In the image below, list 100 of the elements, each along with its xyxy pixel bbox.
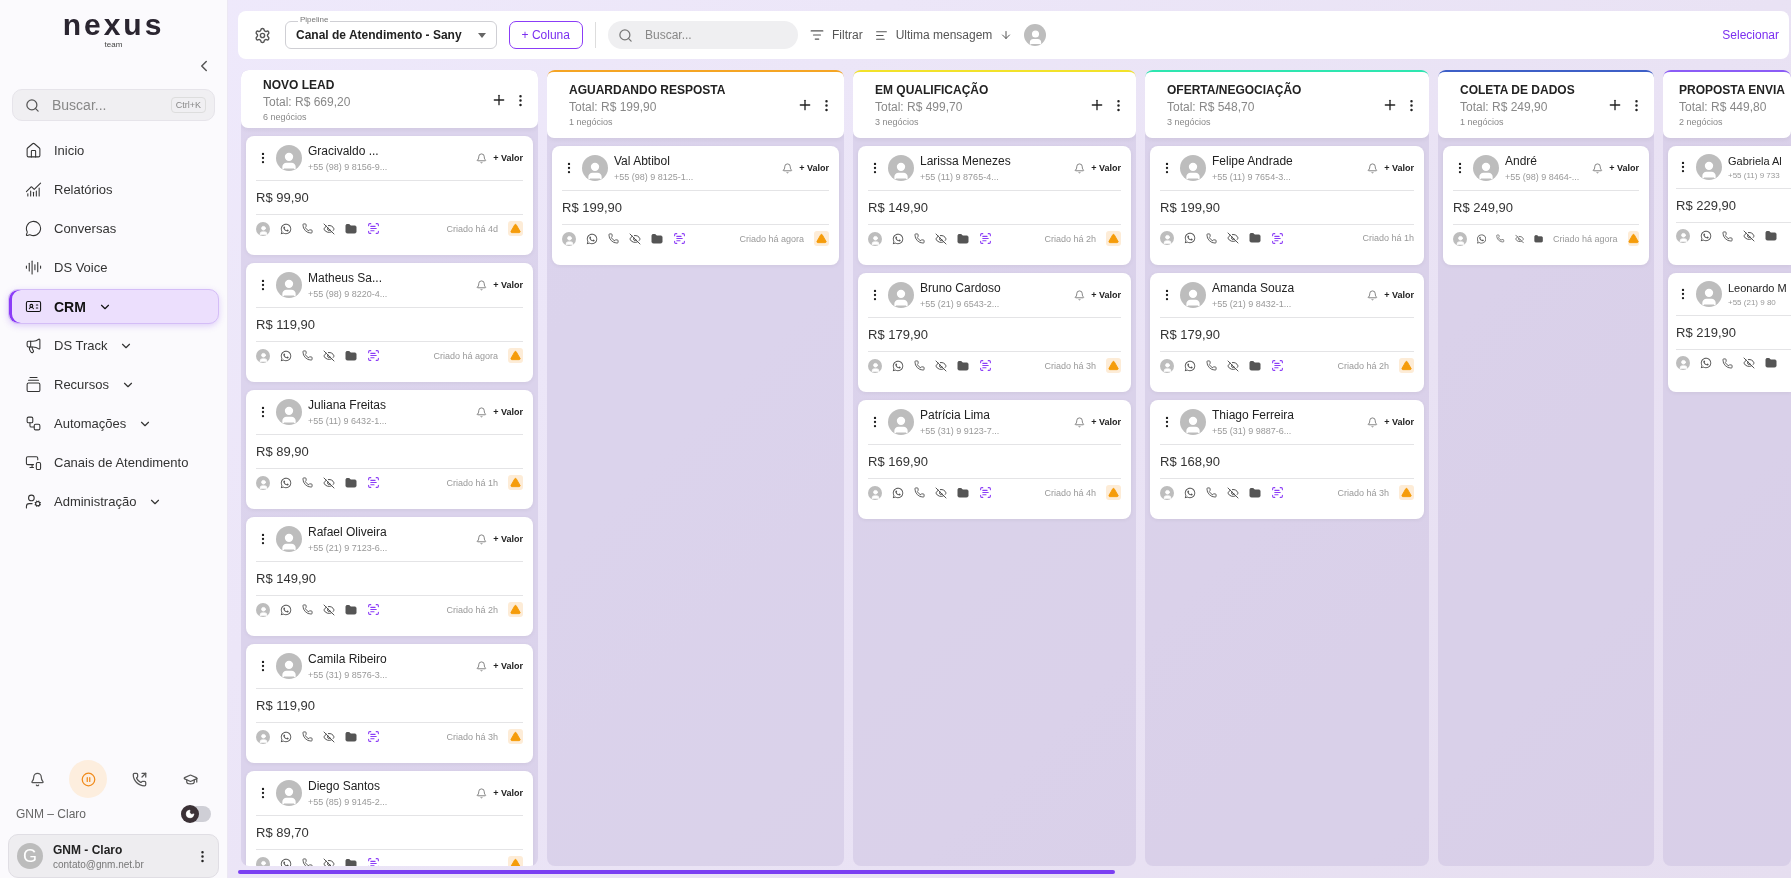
ai-scan-icon[interactable] [1271, 486, 1284, 499]
search-field[interactable]: Buscar... [50, 96, 161, 114]
bell-icon[interactable] [476, 406, 488, 418]
phone-icon[interactable] [302, 477, 313, 488]
add-icon[interactable] [1382, 97, 1398, 113]
add-value-button[interactable]: + Valor [493, 407, 523, 417]
eye-off-icon[interactable] [323, 857, 335, 866]
ai-scan-icon[interactable] [367, 730, 380, 743]
add-icon[interactable] [491, 92, 507, 108]
select-link[interactable]: Selecionar [1722, 28, 1779, 42]
eye-off-icon[interactable] [323, 603, 335, 616]
folder-icon[interactable] [345, 730, 357, 743]
ai-scan-icon[interactable] [367, 476, 380, 489]
bell-icon[interactable] [1074, 162, 1086, 174]
whatsapp-icon[interactable] [1184, 486, 1196, 499]
whatsapp-icon[interactable] [1700, 357, 1712, 369]
add-value-button[interactable]: + Valor [493, 534, 523, 544]
bell-icon[interactable] [1074, 416, 1086, 428]
nav-item[interactable]: DS Voice [8, 250, 219, 285]
ai-scan-icon[interactable] [1271, 359, 1284, 372]
add-value-button[interactable]: + Valor [493, 280, 523, 290]
bell-icon[interactable] [476, 279, 488, 291]
deal-card[interactable]: Matheus Sa... +55 (98) 9 8220-4... + Valor R$ 119,90 Criado há agora [246, 263, 533, 382]
folder-icon[interactable] [345, 476, 357, 489]
phone-icon[interactable] [302, 350, 313, 361]
phone-icon[interactable] [914, 233, 925, 244]
add-value-button[interactable]: + Valor [799, 163, 829, 173]
whatsapp-icon[interactable] [280, 476, 292, 489]
phone-icon[interactable] [914, 360, 925, 371]
ai-scan-icon[interactable] [979, 232, 992, 245]
folder-icon[interactable] [1249, 232, 1261, 244]
bell-icon[interactable] [1367, 162, 1379, 174]
eye-off-icon[interactable] [935, 486, 947, 499]
whatsapp-icon[interactable] [892, 359, 904, 372]
add-value-button[interactable]: + Valor [1384, 163, 1414, 173]
whatsapp-icon[interactable] [892, 486, 904, 499]
whatsapp-icon[interactable] [280, 857, 292, 866]
add-value-button[interactable]: + Valor [1384, 417, 1414, 427]
deal-card[interactable]: Felipe Andrade +55 (11) 9 7654-3... + Valor R$ 199,90 Criado há 1h [1150, 146, 1424, 265]
nav-item[interactable]: DS Track [8, 328, 219, 363]
phone-icon[interactable] [302, 731, 313, 742]
deal-card[interactable]: Bruno Cardoso +55 (21) 9 6543-2... + Valor R$ 179,90 Criado há 3h [858, 273, 1131, 392]
deal-card[interactable]: Larissa Menezes +55 (11) 9 8765-4... + Valor R$ 149,90 Criado há 2h [858, 146, 1131, 265]
eye-off-icon[interactable] [1514, 232, 1524, 245]
deal-card[interactable]: Thiago Ferreira +55 (31) 9 9887-6... + Valor R$ 168,90 Criado há 3h [1150, 400, 1424, 519]
deal-card[interactable]: Leonardo M +55 (21) 9 80 R$ 219,90 [1668, 273, 1791, 392]
search-bar[interactable]: Buscar... [607, 21, 798, 49]
nav-item[interactable]: Inicio [8, 133, 219, 168]
add-value-button[interactable]: + Valor [493, 153, 523, 163]
bell-icon[interactable] [476, 533, 488, 545]
ai-scan-icon[interactable] [979, 486, 992, 499]
bell-icon[interactable] [476, 152, 488, 164]
folder-icon[interactable] [1533, 232, 1543, 245]
bell-icon[interactable] [476, 660, 488, 672]
phone-icon[interactable] [608, 233, 619, 244]
folder-icon[interactable] [345, 603, 357, 616]
phone-icon[interactable] [1722, 357, 1733, 369]
deal-card[interactable]: Val Abtibol +55 (98) 9 8125-1... + Valor R$ 199,90 Criado há agora [552, 146, 839, 265]
bell-icon[interactable] [1367, 416, 1379, 428]
deal-card[interactable]: Juliana Freitas +55 (11) 9 6432-1... + Valor R$ 89,90 Criado há 1h [246, 390, 533, 509]
scrollbar[interactable] [238, 870, 1115, 874]
add-value-button[interactable]: + Valor [1384, 290, 1414, 300]
folder-icon[interactable] [1249, 486, 1261, 499]
phone-icon[interactable] [1722, 230, 1733, 242]
eye-off-icon[interactable] [1743, 230, 1755, 242]
phone-icon[interactable] [302, 223, 313, 234]
deal-card[interactable]: Diego Santos +55 (85) 9 9145-2... + Valor R$ 89,70 [246, 771, 533, 866]
bell-icon[interactable] [1367, 289, 1379, 301]
add-value-button[interactable]: + Valor [1091, 290, 1121, 300]
eye-off-icon[interactable] [1227, 359, 1239, 372]
bell-icon[interactable] [1074, 289, 1086, 301]
eye-off-icon[interactable] [323, 476, 335, 489]
ai-scan-icon[interactable] [673, 232, 686, 245]
add-icon[interactable] [797, 97, 813, 113]
whatsapp-icon[interactable] [1184, 232, 1196, 244]
add-value-button[interactable]: + Valor [493, 661, 523, 671]
whatsapp-icon[interactable] [280, 222, 292, 235]
eye-off-icon[interactable] [323, 730, 335, 743]
whatsapp-icon[interactable] [892, 232, 904, 245]
deal-card[interactable]: Camila Ribeiro +55 (31) 9 8576-3... + Valor R$ 119,90 Criado há 3h [246, 644, 533, 763]
deal-card[interactable]: Gabriela Al +55 (11) 9 733 R$ 229,90 [1668, 146, 1791, 265]
add-icon[interactable] [1607, 97, 1623, 113]
folder-icon[interactable] [1765, 230, 1777, 242]
ai-scan-icon[interactable] [367, 603, 380, 616]
bell-icon[interactable] [782, 162, 794, 174]
eye-off-icon[interactable] [1743, 357, 1755, 369]
deal-card[interactable]: Gracivaldo ... +55 (98) 9 8156-9... + Valor R$ 99,90 Criado há 4d [246, 136, 533, 255]
ai-scan-icon[interactable] [1271, 231, 1284, 245]
add-icon[interactable] [1089, 97, 1105, 113]
phone-icon[interactable] [1206, 360, 1217, 371]
nav-item[interactable]: Conversas [8, 211, 219, 246]
eye-off-icon[interactable] [323, 222, 335, 235]
whatsapp-icon[interactable] [280, 349, 292, 362]
whatsapp-icon[interactable] [1184, 359, 1196, 372]
phone-icon[interactable] [302, 858, 313, 866]
user-card[interactable]: G GNM - Claro contato@gnm.net.br [8, 834, 219, 878]
folder-icon[interactable] [345, 222, 357, 235]
nav-item[interactable]: Relatórios [8, 172, 219, 207]
eye-off-icon[interactable] [323, 349, 335, 362]
filter-button[interactable]: Filtrar [809, 28, 863, 42]
